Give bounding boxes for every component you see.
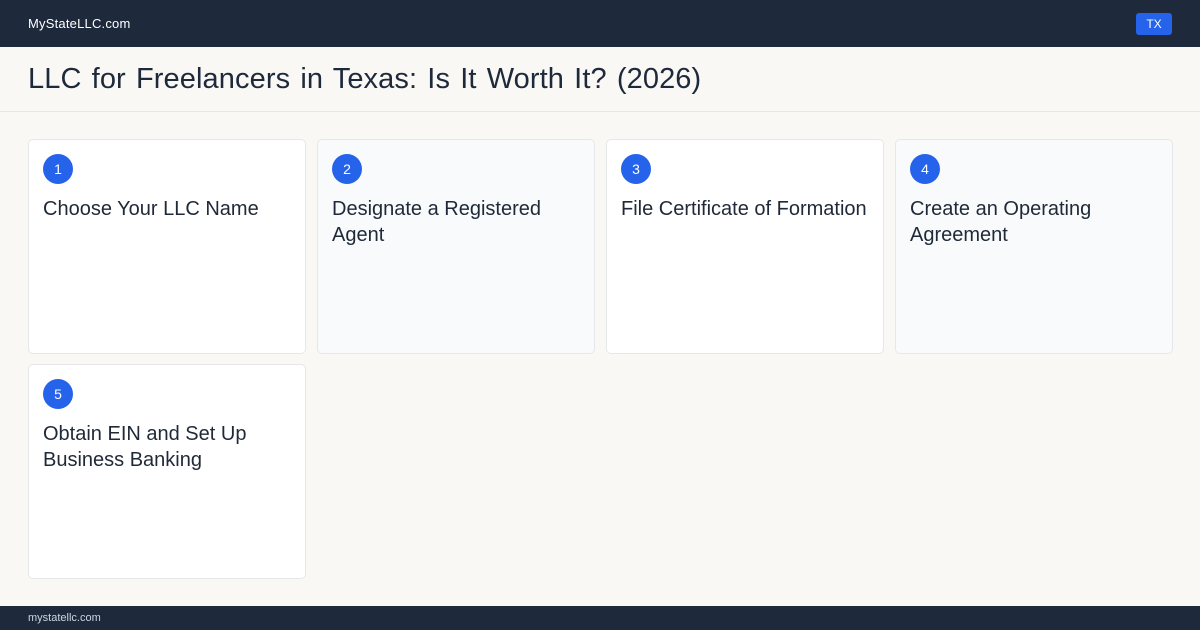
step-number-badge: 5 xyxy=(43,379,73,409)
step-card-4: 4 Create an Operating Agreement xyxy=(895,139,1173,354)
step-number-badge: 3 xyxy=(621,154,651,184)
step-card-3: 3 File Certificate of Formation xyxy=(606,139,884,354)
step-title: File Certificate of Formation xyxy=(621,198,867,220)
footer-domain: mystatellc.com xyxy=(28,612,101,624)
step-title: Designate a Registered Agent xyxy=(332,198,542,246)
steps-grid: 1 Choose Your LLC Name 2 Designate a Reg… xyxy=(28,139,1173,579)
footer-bar: mystatellc.com xyxy=(0,606,1200,630)
title-bar: LLC for Freelancers in Texas: Is It Wort… xyxy=(0,47,1200,112)
step-number-badge: 1 xyxy=(43,154,73,184)
step-number-badge: 4 xyxy=(910,154,940,184)
top-nav-bar: MyStateLLC.com TX xyxy=(0,0,1200,47)
step-title: Obtain EIN and Set Up Business Banking xyxy=(43,423,247,471)
step-card-1: 1 Choose Your LLC Name xyxy=(28,139,306,354)
state-badge[interactable]: TX xyxy=(1136,12,1172,35)
page-title: LLC for Freelancers in Texas: Is It Wort… xyxy=(28,62,702,95)
step-card-2: 2 Designate a Registered Agent xyxy=(317,139,595,354)
brand-logo-link[interactable]: MyStateLLC.com xyxy=(28,16,131,31)
step-card-5: 5 Obtain EIN and Set Up Business Banking xyxy=(28,364,306,579)
step-number-badge: 2 xyxy=(332,154,362,184)
step-title: Create an Operating Agreement xyxy=(910,198,1092,246)
step-title: Choose Your LLC Name xyxy=(43,198,259,220)
